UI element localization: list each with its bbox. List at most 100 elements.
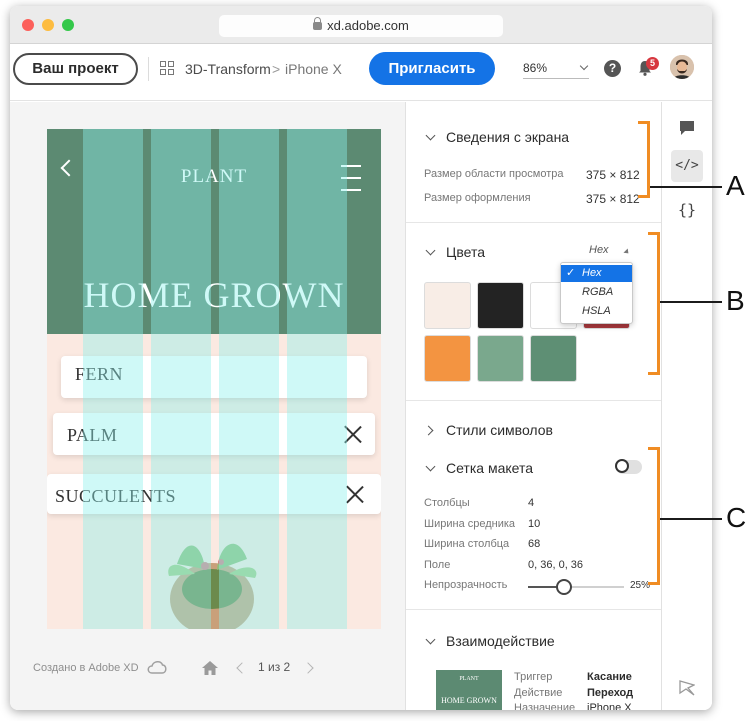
layout-grid-toggle[interactable] bbox=[615, 459, 642, 474]
column-width-value: 68 bbox=[528, 538, 541, 550]
chevron-down-icon bbox=[579, 61, 589, 71]
margin-label: Поле bbox=[424, 559, 451, 571]
format-option-hex[interactable]: Hex bbox=[561, 265, 632, 282]
grid-column bbox=[151, 129, 211, 629]
destination-label: Назначение bbox=[514, 702, 576, 710]
toolbar-divider bbox=[148, 57, 149, 81]
help-icon[interactable]: ? bbox=[604, 60, 621, 77]
invite-button[interactable]: Пригласить bbox=[369, 52, 495, 85]
zoom-value: 86% bbox=[523, 61, 548, 75]
xd-toolbar: Ваш проект 3D-Transform > iPhone X Пригл… bbox=[10, 45, 712, 101]
section-screen-info[interactable]: Сведения с экрана bbox=[446, 129, 569, 145]
viewport-size-label: Размер области просмотра bbox=[424, 168, 564, 180]
annotation-leader-b bbox=[660, 301, 722, 303]
grid-column bbox=[219, 129, 279, 629]
chevron-down-icon[interactable] bbox=[425, 245, 436, 256]
viewport-size-value: 375 × 812 bbox=[586, 168, 640, 182]
grid-columns-value: 4 bbox=[528, 497, 535, 509]
creative-cloud-icon bbox=[147, 661, 167, 674]
trigger-label: Триггер bbox=[514, 671, 553, 683]
variables-icon[interactable]: {} bbox=[671, 194, 703, 226]
address-text: xd.adobe.com bbox=[327, 18, 409, 33]
minimize-window-button[interactable] bbox=[42, 19, 54, 31]
thumbnail-title: HOME GROWN bbox=[441, 696, 497, 705]
margin-value: 0, 36, 0, 36 bbox=[528, 559, 584, 571]
grid-view-icon[interactable] bbox=[160, 61, 175, 76]
preview-canvas: PLANT HOME GROWN FERN PALM SUCCULENTS Со… bbox=[10, 102, 405, 710]
section-colors[interactable]: Цвета bbox=[446, 244, 485, 260]
breadcrumb-separator: > bbox=[272, 61, 281, 77]
color-swatch[interactable] bbox=[530, 335, 577, 382]
breadcrumb-artboard: iPhone X bbox=[285, 61, 342, 77]
grid-column bbox=[287, 129, 347, 629]
divider bbox=[406, 400, 662, 401]
breadcrumb-document[interactable]: 3D-Transform bbox=[185, 61, 271, 77]
previous-page-icon[interactable] bbox=[236, 662, 248, 674]
color-swatch[interactable] bbox=[477, 335, 524, 382]
format-option-rgba[interactable]: RGBA bbox=[561, 284, 632, 301]
notification-badge: 5 bbox=[646, 57, 659, 70]
user-avatar-icon bbox=[670, 55, 694, 79]
dropdown-caret-icon bbox=[623, 248, 631, 256]
color-format-select[interactable]: Hex bbox=[589, 244, 609, 256]
action-label: Действие bbox=[514, 687, 563, 699]
close-window-button[interactable] bbox=[22, 19, 34, 31]
artboard-preview[interactable]: PLANT HOME GROWN FERN PALM SUCCULENTS bbox=[47, 129, 381, 629]
right-rail: </> {} bbox=[661, 102, 712, 710]
opacity-slider[interactable] bbox=[528, 579, 624, 595]
gutter-width-label: Ширина средника bbox=[424, 518, 516, 530]
annotation-bracket-c bbox=[648, 447, 660, 585]
page-indicator: 1 из 2 bbox=[258, 660, 291, 674]
chevron-down-icon[interactable] bbox=[425, 130, 436, 141]
browser-titlebar: xd.adobe.com bbox=[10, 6, 712, 44]
annotation-bracket-a bbox=[638, 121, 650, 198]
browser-window: xd.adobe.com Ваш проект 3D-Transform > i… bbox=[10, 6, 712, 710]
comments-icon[interactable] bbox=[671, 112, 703, 144]
grid-column bbox=[83, 129, 143, 629]
next-page-icon[interactable] bbox=[302, 662, 314, 674]
close-icon[interactable] bbox=[345, 484, 365, 504]
annotation-label-a: A bbox=[726, 170, 745, 201]
your-project-button[interactable]: Ваш проект bbox=[13, 53, 138, 85]
zoom-select[interactable]: 86% bbox=[523, 57, 589, 79]
annotation-leader-c bbox=[660, 518, 722, 520]
chevron-down-icon[interactable] bbox=[425, 634, 436, 645]
gutter-width-value: 10 bbox=[528, 518, 541, 530]
flag-icon[interactable] bbox=[671, 672, 703, 704]
avatar[interactable] bbox=[670, 55, 694, 79]
design-size-label: Размер оформления bbox=[424, 192, 531, 204]
maximize-window-button[interactable] bbox=[62, 19, 74, 31]
section-interaction[interactable]: Взаимодействие bbox=[446, 633, 555, 649]
chevron-right-icon[interactable] bbox=[423, 425, 434, 436]
target-artboard-thumbnail[interactable]: PLANT HOME GROWN bbox=[436, 670, 502, 710]
destination-value: iPhone X bbox=[587, 702, 632, 710]
chevron-down-icon[interactable] bbox=[425, 461, 436, 472]
section-character-styles[interactable]: Стили символов bbox=[446, 422, 553, 438]
color-format-dropdown: Hex RGBA HSLA bbox=[560, 262, 633, 324]
opacity-slider-knob[interactable] bbox=[556, 579, 573, 595]
divider bbox=[406, 609, 662, 610]
color-swatch[interactable] bbox=[477, 282, 524, 329]
opacity-value: 25% bbox=[630, 580, 651, 591]
color-swatch[interactable] bbox=[424, 282, 471, 329]
design-size-value: 375 × 812 bbox=[586, 192, 640, 206]
trigger-value: Касание bbox=[587, 671, 632, 683]
action-value: Переход bbox=[587, 687, 634, 699]
annotation-label-b: B bbox=[726, 285, 745, 316]
format-option-hsla[interactable]: HSLA bbox=[561, 303, 632, 320]
thumbnail-logo: PLANT bbox=[459, 676, 479, 682]
grid-columns-label: Столбцы bbox=[424, 497, 470, 509]
code-inspect-icon[interactable]: </> bbox=[671, 150, 703, 182]
home-icon[interactable] bbox=[202, 661, 218, 675]
section-layout-grid[interactable]: Сетка макета bbox=[446, 460, 533, 476]
annotation-bracket-b bbox=[648, 232, 660, 375]
inspect-panel: Сведения с экрана Размер области просмот… bbox=[405, 102, 662, 710]
divider bbox=[406, 222, 662, 223]
opacity-label: Непрозрачность bbox=[424, 579, 508, 591]
annotation-label-c: C bbox=[726, 502, 747, 533]
lock-icon bbox=[313, 17, 323, 30]
annotation-leader-a bbox=[650, 186, 722, 188]
color-swatch[interactable] bbox=[424, 335, 471, 382]
made-with-text: Создано в Adobe XD bbox=[33, 662, 139, 674]
address-bar[interactable]: xd.adobe.com bbox=[219, 15, 503, 37]
